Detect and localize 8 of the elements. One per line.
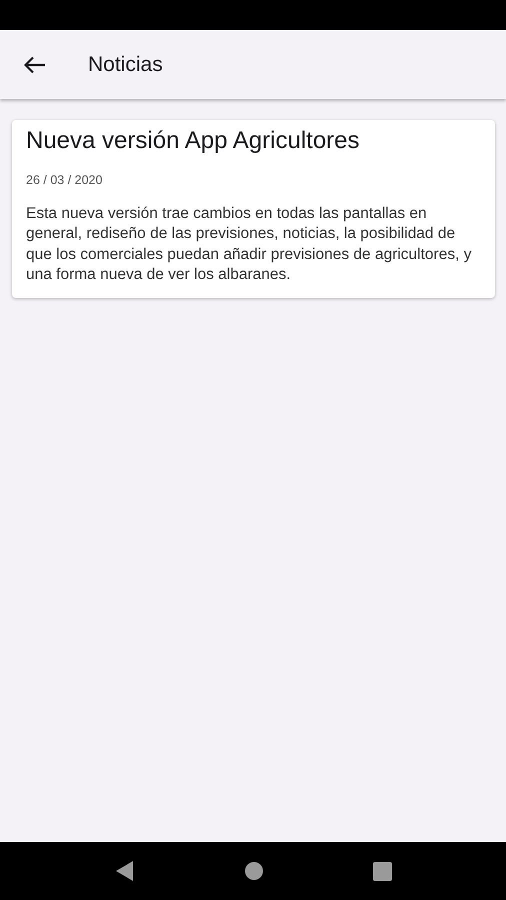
back-icon[interactable] [114, 860, 134, 882]
news-date: 26 / 03 / 2020 [26, 172, 104, 189]
news-title: Nueva versión App Agricultores [26, 126, 361, 156]
recents-icon[interactable] [372, 862, 392, 880]
screen-title: Noticias [88, 52, 163, 78]
news-body: Esta nueva versión trae cambios en todas las pantallas en general, rediseño de las previsiones, noticias, la posibilidad de que los comerciales puedan añadir previsiones de agricultores, y una forma nueva de ver los albaranes. [26, 204, 472, 286]
back-arrow-icon [24, 56, 46, 74]
home-icon[interactable] [244, 862, 262, 880]
